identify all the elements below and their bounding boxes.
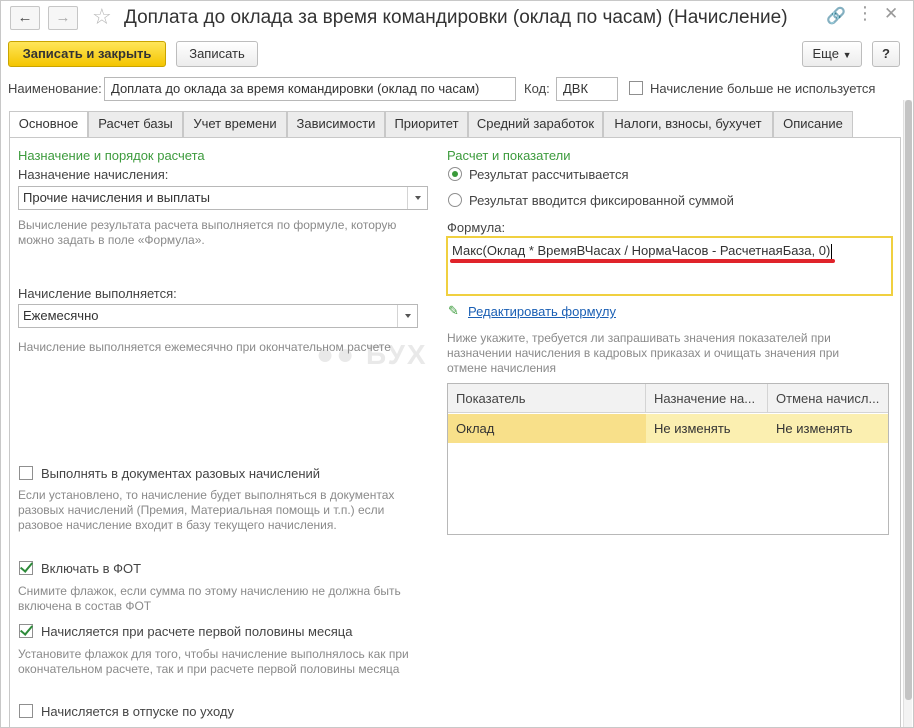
chevron-down-icon: ▼	[842, 50, 852, 60]
edit-formula-link[interactable]: Редактировать формулу	[468, 304, 616, 319]
tab-taxes[interactable]: Налоги, взносы, бухучет	[603, 111, 773, 137]
result-calculated-radio[interactable]	[448, 167, 462, 181]
result-fixed-radio[interactable]	[448, 193, 462, 207]
scrollbar-thumb[interactable]	[905, 100, 912, 700]
leave-checkbox[interactable]	[19, 704, 33, 718]
arrow-right-icon: →	[55, 9, 71, 26]
formula-input[interactable]: Макс(Оклад * ВремяВЧасах / НормаЧасов - …	[446, 236, 893, 296]
result-fixed-label: Результат вводится фиксированной суммой	[469, 193, 734, 208]
code-label: Код:	[524, 81, 550, 96]
arrow-left-icon: ←	[17, 9, 33, 26]
first-half-hint: Установите флажок для того, чтобы начисл…	[18, 647, 409, 676]
period-label: Начисление выполняется:	[18, 286, 177, 301]
one-time-label: Выполнять в документах разовых начислени…	[41, 466, 321, 481]
vertical-scrollbar[interactable]	[903, 100, 912, 728]
save-button[interactable]: Записать	[176, 41, 258, 67]
purpose-section-title: Назначение и порядок расчета	[18, 148, 205, 163]
tab-main[interactable]: Основное	[9, 111, 88, 138]
more-button-label: Еще	[812, 46, 839, 61]
purpose-label: Назначение начисления:	[18, 167, 169, 182]
indicators-hint: Ниже укажите, требуется ли запрашивать з…	[447, 331, 840, 375]
fot-hint: Снимите флажок, если сумма по этому начи…	[18, 584, 401, 613]
favorite-star-icon[interactable]: ☆	[92, 4, 112, 30]
column-header-assignment[interactable]: Назначение на...	[646, 384, 768, 413]
one-time-hint: Если установлено, то начисление будет вы…	[18, 488, 395, 532]
formula-label: Формула:	[447, 220, 506, 235]
one-time-checkbox[interactable]	[19, 466, 33, 480]
column-header-indicator[interactable]: Показатель	[448, 384, 646, 413]
first-half-checkbox[interactable]	[19, 624, 33, 638]
code-input[interactable]: ДВК	[556, 77, 618, 101]
name-input[interactable]: Доплата до оклада за время командировки …	[104, 77, 516, 101]
period-select-value: Ежемесячно	[23, 308, 99, 323]
result-calculated-label: Результат рассчитывается	[469, 167, 629, 182]
name-label: Наименование:	[8, 81, 102, 96]
fot-checkbox[interactable]	[19, 561, 33, 575]
table-cell-assignment[interactable]: Не изменять	[646, 414, 768, 443]
save-and-close-button[interactable]: Записать и закрыть	[8, 41, 166, 67]
forward-button[interactable]: →	[48, 6, 78, 30]
window-title: Доплата до оклада за время командировки …	[124, 7, 788, 28]
fot-label: Включать в ФОТ	[41, 561, 142, 576]
table-header: Показатель Назначение на... Отмена начис…	[448, 384, 888, 413]
first-half-label: Начисляется при расчете первой половины …	[41, 624, 353, 639]
dropdown-arrow-icon[interactable]	[407, 187, 427, 209]
help-button[interactable]: ?	[872, 41, 900, 67]
unused-checkbox[interactable]	[629, 81, 643, 95]
close-icon[interactable]: ✕	[884, 4, 898, 24]
calc-section-title: Расчет и показатели	[447, 148, 571, 163]
period-hint: Начисление выполняется ежемесячно при ок…	[18, 340, 391, 354]
period-select[interactable]: Ежемесячно	[18, 304, 418, 328]
purpose-select[interactable]: Прочие начисления и выплаты	[18, 186, 428, 210]
tab-base-calc[interactable]: Расчет базы	[88, 111, 183, 137]
tab-time-accounting[interactable]: Учет времени	[183, 111, 287, 137]
table-row[interactable]: Оклад Не изменять Не изменять	[448, 414, 888, 443]
red-annotation-underline	[450, 259, 835, 263]
dropdown-arrow-icon[interactable]	[397, 305, 417, 327]
formula-text: Макс(Оклад * ВремяВЧасах / НормаЧасов - …	[452, 243, 833, 260]
more-menu-icon[interactable]: ⋮	[856, 3, 874, 24]
purpose-hint: Вычисление результата расчета выполняетс…	[18, 218, 397, 247]
tab-average-earnings[interactable]: Средний заработок	[468, 111, 603, 137]
tab-priority[interactable]: Приоритет	[385, 111, 468, 137]
more-button[interactable]: Еще ▼	[802, 41, 862, 67]
table-cell-indicator[interactable]: Оклад	[448, 414, 646, 443]
unused-label: Начисление больше не используется	[650, 81, 876, 96]
tab-description[interactable]: Описание	[773, 111, 853, 137]
leave-label: Начисляется в отпуске по уходу	[41, 704, 235, 719]
tab-dependencies[interactable]: Зависимости	[287, 111, 385, 137]
indicators-table[interactable]: Показатель Назначение на... Отмена начис…	[447, 383, 889, 535]
pencil-icon: ✎	[448, 303, 459, 318]
text-caret	[831, 244, 833, 260]
link-icon[interactable]: 🔗	[826, 6, 846, 26]
column-header-cancel[interactable]: Отмена начисл...	[768, 384, 888, 413]
table-cell-cancel[interactable]: Не изменять	[768, 414, 888, 443]
purpose-select-value: Прочие начисления и выплаты	[23, 190, 210, 205]
back-button[interactable]: ←	[10, 6, 40, 30]
